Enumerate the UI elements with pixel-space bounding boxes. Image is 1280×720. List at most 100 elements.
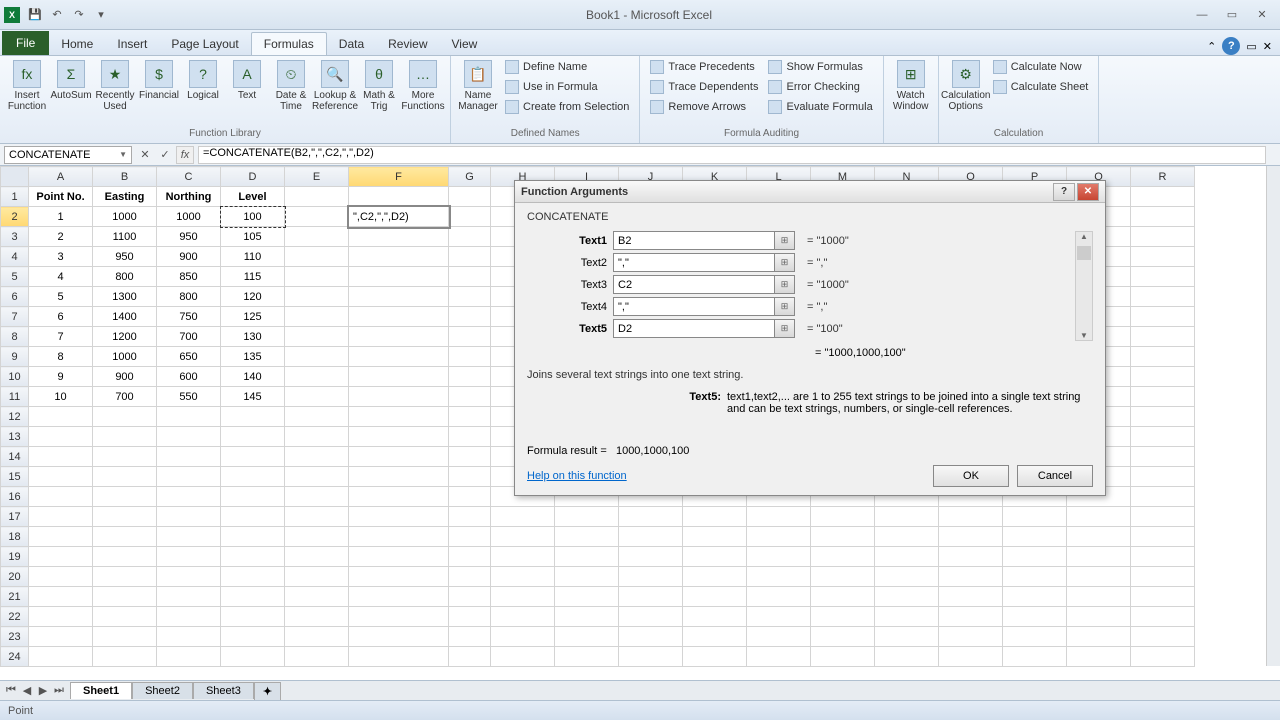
cell-B22[interactable] xyxy=(93,607,157,627)
cell-I24[interactable] xyxy=(555,647,619,667)
cell-C5[interactable]: 850 xyxy=(157,267,221,287)
cell-G17[interactable] xyxy=(449,507,491,527)
cell-D16[interactable] xyxy=(221,487,285,507)
cell-Q18[interactable] xyxy=(1067,527,1131,547)
row-header-14[interactable]: 14 xyxy=(1,447,29,467)
cell-C4[interactable]: 900 xyxy=(157,247,221,267)
cell-G4[interactable] xyxy=(449,247,491,267)
help-icon[interactable]: ? xyxy=(1222,37,1240,55)
redo-icon[interactable]: ↷ xyxy=(68,4,90,26)
cell-R19[interactable] xyxy=(1131,547,1195,567)
cell-H21[interactable] xyxy=(491,587,555,607)
cell-A20[interactable] xyxy=(29,567,93,587)
cell-C23[interactable] xyxy=(157,627,221,647)
cell-R23[interactable] xyxy=(1131,627,1195,647)
cell-I18[interactable] xyxy=(555,527,619,547)
arg-input-0[interactable] xyxy=(613,231,775,250)
cell-K19[interactable] xyxy=(683,547,747,567)
cell-D9[interactable]: 135 xyxy=(221,347,285,367)
cell-B13[interactable] xyxy=(93,427,157,447)
cell-A15[interactable] xyxy=(29,467,93,487)
cell-J21[interactable] xyxy=(619,587,683,607)
define-name-button[interactable]: Define Name xyxy=(501,58,633,76)
cell-R9[interactable] xyxy=(1131,347,1195,367)
calculation-options-button[interactable]: ⚙Calculation Options xyxy=(945,58,987,114)
cell-C1[interactable]: Northing xyxy=(157,187,221,207)
create-from-selection-button[interactable]: Create from Selection xyxy=(501,98,633,116)
cell-A14[interactable] xyxy=(29,447,93,467)
cell-E18[interactable] xyxy=(285,527,349,547)
evaluate-formula-button[interactable]: Evaluate Formula xyxy=(764,98,876,116)
row-header-4[interactable]: 4 xyxy=(1,247,29,267)
cell-F19[interactable] xyxy=(349,547,449,567)
cell-C11[interactable]: 550 xyxy=(157,387,221,407)
remove-arrows-button[interactable]: Remove Arrows xyxy=(646,98,762,116)
cell-I20[interactable] xyxy=(555,567,619,587)
cell-B9[interactable]: 1000 xyxy=(93,347,157,367)
cell-R12[interactable] xyxy=(1131,407,1195,427)
cell-N18[interactable] xyxy=(875,527,939,547)
tab-review[interactable]: Review xyxy=(376,33,439,55)
row-header-19[interactable]: 19 xyxy=(1,547,29,567)
cell-E6[interactable] xyxy=(285,287,349,307)
cell-D13[interactable] xyxy=(221,427,285,447)
cell-B24[interactable] xyxy=(93,647,157,667)
col-header-F[interactable]: F xyxy=(349,167,449,187)
arg-collapse-2[interactable]: ⊞ xyxy=(775,275,795,294)
window-close-icon[interactable]: ✕ xyxy=(1263,40,1272,53)
arg-input-1[interactable] xyxy=(613,253,775,272)
cell-B8[interactable]: 1200 xyxy=(93,327,157,347)
name-box[interactable]: CONCATENATE▼ xyxy=(4,146,132,164)
cell-A9[interactable]: 8 xyxy=(29,347,93,367)
cell-M17[interactable] xyxy=(811,507,875,527)
cell-F15[interactable] xyxy=(349,467,449,487)
row-header-18[interactable]: 18 xyxy=(1,527,29,547)
cell-M18[interactable] xyxy=(811,527,875,547)
cell-O20[interactable] xyxy=(939,567,1003,587)
cell-J20[interactable] xyxy=(619,567,683,587)
cell-H19[interactable] xyxy=(491,547,555,567)
cell-E10[interactable] xyxy=(285,367,349,387)
arg-collapse-0[interactable]: ⊞ xyxy=(775,231,795,250)
cell-J23[interactable] xyxy=(619,627,683,647)
cell-D19[interactable] xyxy=(221,547,285,567)
cell-K17[interactable] xyxy=(683,507,747,527)
cell-G16[interactable] xyxy=(449,487,491,507)
cell-L18[interactable] xyxy=(747,527,811,547)
cell-G6[interactable] xyxy=(449,287,491,307)
cell-A4[interactable]: 3 xyxy=(29,247,93,267)
cell-G14[interactable] xyxy=(449,447,491,467)
cell-R14[interactable] xyxy=(1131,447,1195,467)
cell-K20[interactable] xyxy=(683,567,747,587)
cell-F23[interactable] xyxy=(349,627,449,647)
cell-E15[interactable] xyxy=(285,467,349,487)
cell-A23[interactable] xyxy=(29,627,93,647)
cell-F5[interactable] xyxy=(349,267,449,287)
cell-E17[interactable] xyxy=(285,507,349,527)
customize-qat-icon[interactable]: ▾ xyxy=(90,4,112,26)
cell-R24[interactable] xyxy=(1131,647,1195,667)
cell-R7[interactable] xyxy=(1131,307,1195,327)
cell-E20[interactable] xyxy=(285,567,349,587)
cell-A19[interactable] xyxy=(29,547,93,567)
calculate-sheet-button[interactable]: Calculate Sheet xyxy=(989,78,1093,96)
cell-E3[interactable] xyxy=(285,227,349,247)
arg-collapse-4[interactable]: ⊞ xyxy=(775,319,795,338)
cell-D14[interactable] xyxy=(221,447,285,467)
cell-C21[interactable] xyxy=(157,587,221,607)
cancel-button[interactable]: Cancel xyxy=(1017,465,1093,487)
cell-P17[interactable] xyxy=(1003,507,1067,527)
cell-F21[interactable] xyxy=(349,587,449,607)
cell-R2[interactable] xyxy=(1131,207,1195,227)
cell-K24[interactable] xyxy=(683,647,747,667)
cell-R17[interactable] xyxy=(1131,507,1195,527)
cell-A2[interactable]: 1 xyxy=(29,207,93,227)
cell-E21[interactable] xyxy=(285,587,349,607)
col-header-C[interactable]: C xyxy=(157,167,221,187)
minimize-ribbon-icon[interactable]: ⌃ xyxy=(1207,40,1216,53)
cell-C19[interactable] xyxy=(157,547,221,567)
cell-A5[interactable]: 4 xyxy=(29,267,93,287)
cell-Q23[interactable] xyxy=(1067,627,1131,647)
row-header-24[interactable]: 24 xyxy=(1,647,29,667)
cell-P20[interactable] xyxy=(1003,567,1067,587)
